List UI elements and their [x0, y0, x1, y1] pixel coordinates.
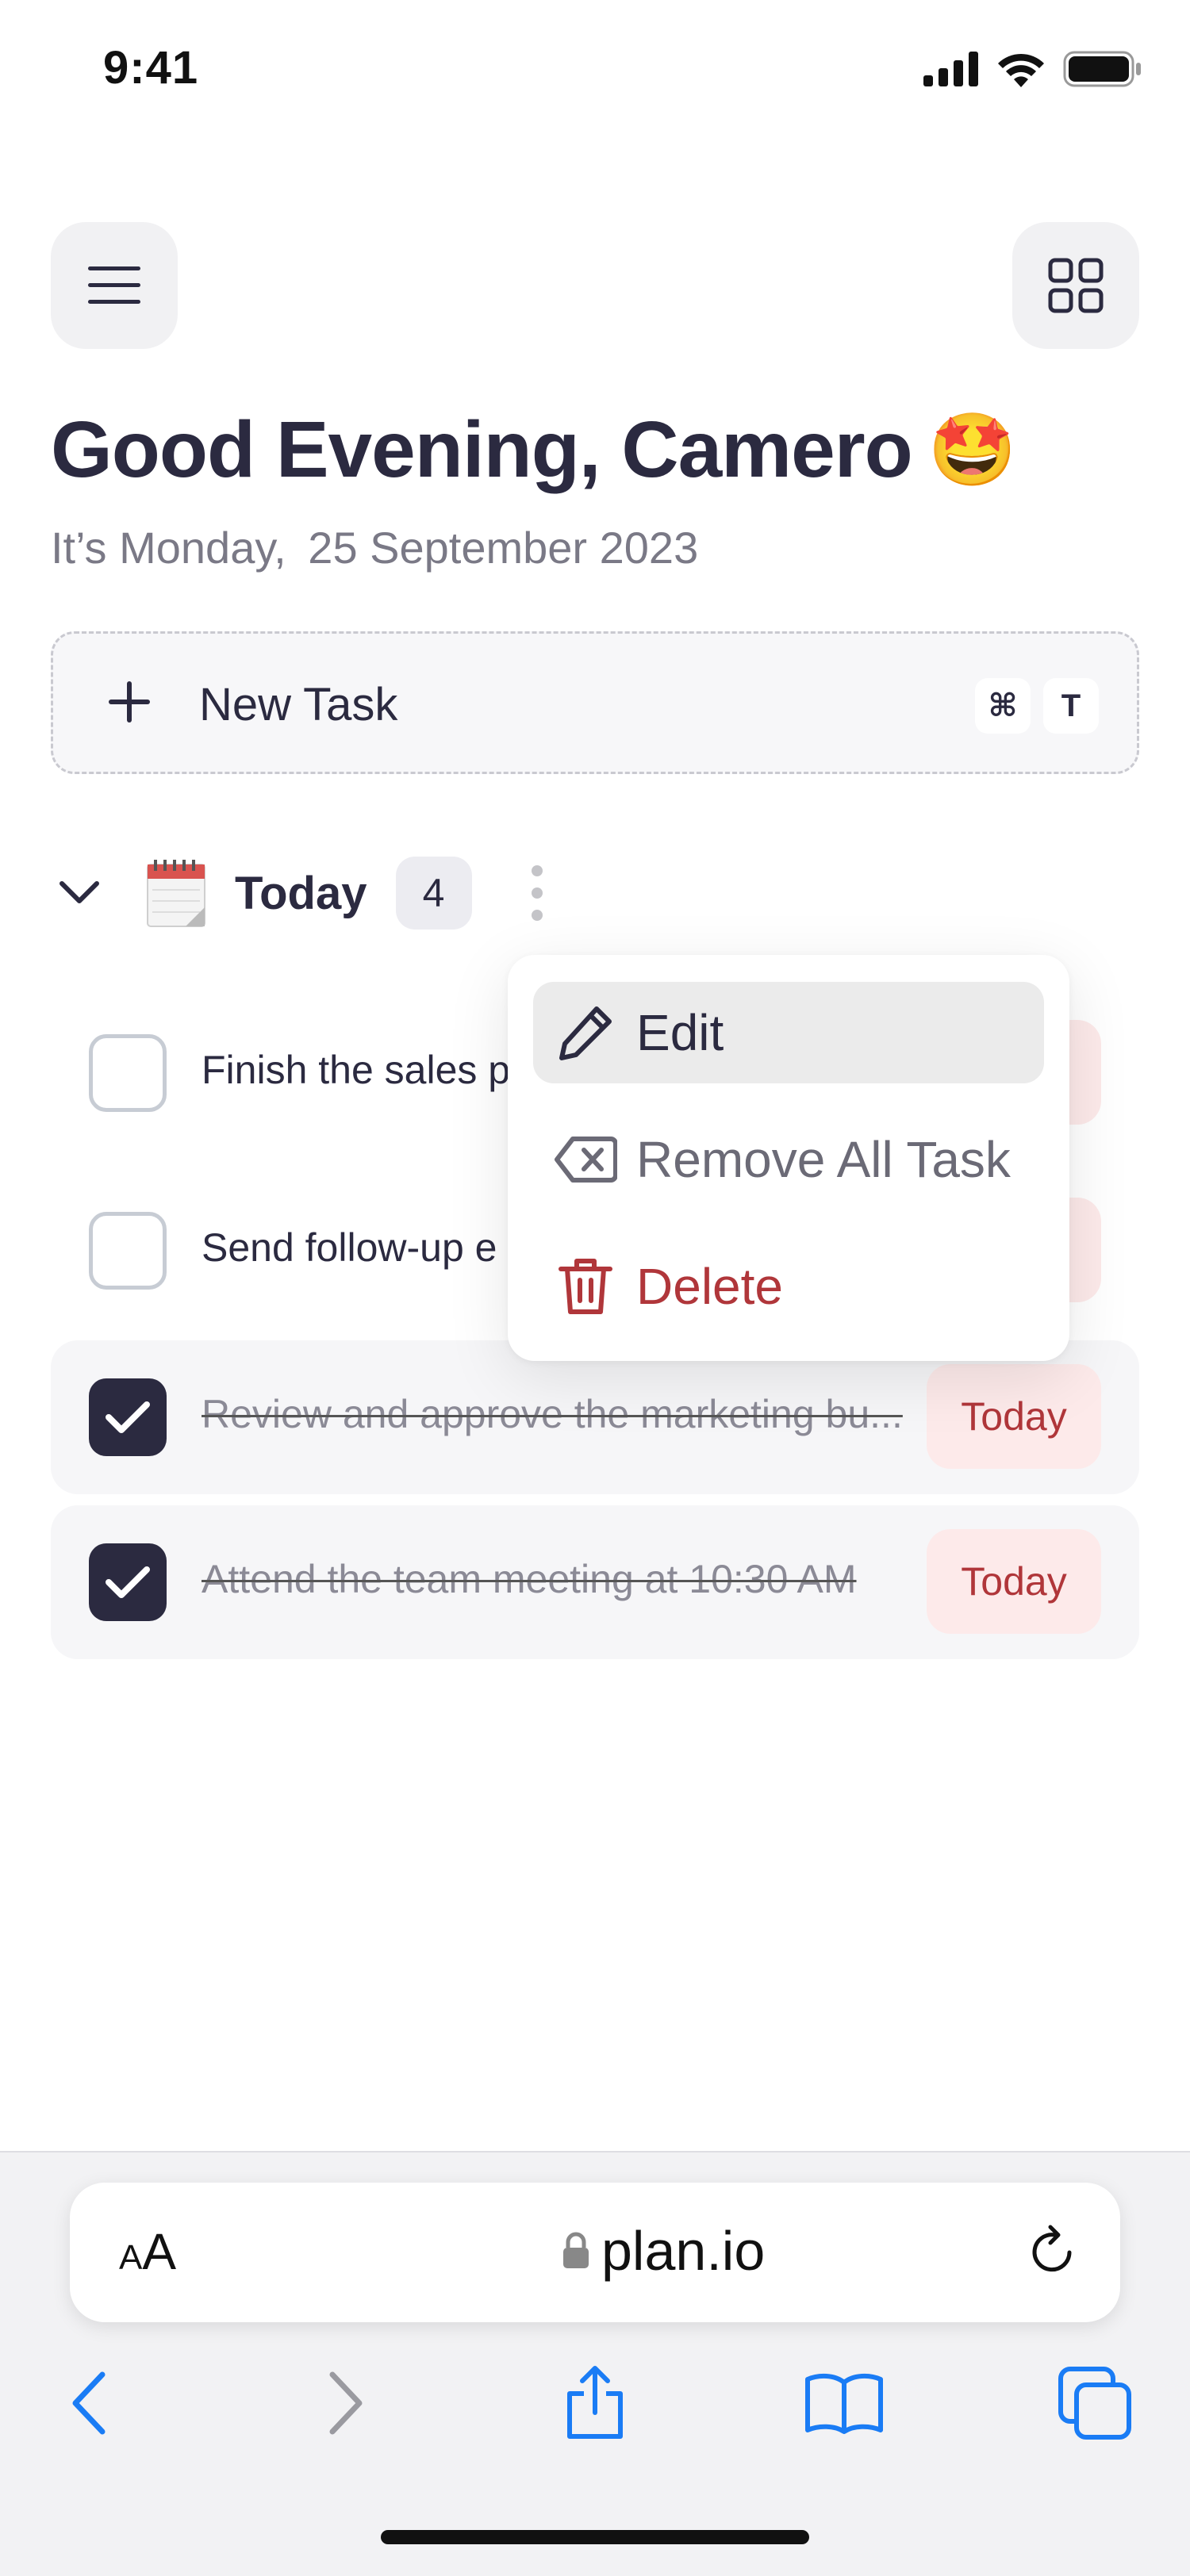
hamburger-icon — [88, 266, 140, 304]
new-task-input[interactable]: New Task ⌘ T — [51, 631, 1139, 774]
tabs-button[interactable] — [1055, 2363, 1134, 2443]
task-checkbox[interactable] — [89, 1378, 167, 1456]
plus-icon — [109, 681, 150, 723]
task-checkbox[interactable] — [89, 1034, 167, 1112]
shortcut-cmd-key: ⌘ — [975, 678, 1031, 734]
greeting-title: Good Evening, Camero 🤩 — [51, 404, 1017, 496]
home-indicator — [381, 2530, 809, 2544]
menu-item-label: Remove All Task — [636, 1131, 1011, 1188]
share-button[interactable] — [555, 2363, 635, 2443]
bookmarks-button[interactable] — [804, 2363, 884, 2443]
tabs-icon — [1058, 2367, 1131, 2440]
battery-icon — [1063, 51, 1141, 87]
status-icons — [923, 49, 1142, 89]
checkmark-icon — [106, 1401, 150, 1433]
menu-item-edit[interactable]: Edit — [533, 982, 1044, 1083]
url-text: plan.io — [601, 2220, 766, 2282]
date-value: 25 September 2023 — [308, 523, 699, 573]
book-icon — [805, 2373, 883, 2434]
signal-icon — [923, 52, 978, 86]
section-context-menu: Edit Remove All Task Delete — [508, 955, 1069, 1361]
section-header-today: Today 4 — [57, 853, 545, 933]
menu-item-delete[interactable]: Delete — [533, 1236, 1044, 1337]
date-subtitle: It’s Monday, 25 September 2023 — [51, 522, 698, 573]
forward-button[interactable] — [306, 2363, 386, 2443]
task-row[interactable]: Attend the team meeting at 10:30 AM Toda… — [51, 1505, 1139, 1659]
pencil-icon — [559, 1006, 612, 1060]
task-text: Finish the sales pr — [202, 1048, 524, 1092]
backspace-icon — [555, 1137, 617, 1183]
star-struck-emoji-icon: 🤩 — [927, 411, 1017, 490]
reader-text-size-button[interactable]: AA — [119, 2222, 176, 2281]
menu-item-label: Edit — [636, 1004, 724, 1061]
grid-icon — [1048, 258, 1104, 313]
chevron-right-icon — [329, 2371, 363, 2435]
reload-icon[interactable] — [1023, 2222, 1081, 2283]
status-time: 9:41 — [103, 42, 199, 94]
share-icon — [567, 2366, 623, 2439]
section-title: Today — [235, 867, 367, 919]
trash-icon — [559, 1259, 612, 1314]
aa-small-letter: A — [119, 2238, 143, 2277]
aa-large-letter: A — [142, 2223, 177, 2280]
task-checkbox[interactable] — [89, 1212, 167, 1290]
wifi-icon — [998, 53, 1044, 87]
due-tag[interactable]: Today — [927, 1364, 1101, 1469]
address-bar[interactable]: AA plan.io — [70, 2183, 1120, 2322]
greeting-text: Good Evening, Camero — [51, 405, 913, 494]
chevron-down-icon[interactable] — [57, 877, 102, 909]
lock-icon — [563, 2232, 589, 2268]
task-text: Attend the team meeting at 10:30 AM — [202, 1557, 857, 1601]
task-text: Review and approve the marketing bu... — [202, 1392, 903, 1436]
date-prefix: It’s Monday, — [51, 523, 286, 573]
calendar-icon — [147, 860, 205, 927]
task-row[interactable]: Review and approve the marketing bu... T… — [51, 1340, 1139, 1494]
back-button[interactable] — [49, 2363, 129, 2443]
new-task-label: New Task — [199, 679, 398, 730]
menu-item-remove-all-task[interactable]: Remove All Task — [533, 1109, 1044, 1210]
due-tag[interactable]: Today — [927, 1529, 1101, 1634]
chevron-left-icon — [72, 2371, 106, 2435]
task-checkbox[interactable] — [89, 1543, 167, 1621]
url-display[interactable]: plan.io — [562, 2219, 765, 2283]
menu-button[interactable] — [51, 222, 178, 349]
task-text: Send follow-up e — [202, 1225, 497, 1270]
checkmark-icon — [106, 1566, 150, 1598]
task-count-badge: 4 — [395, 857, 472, 930]
more-vertical-icon[interactable] — [529, 861, 545, 925]
menu-item-label: Delete — [636, 1258, 783, 1315]
shortcut-t-key: T — [1043, 678, 1099, 734]
grid-view-button[interactable] — [1012, 222, 1139, 349]
